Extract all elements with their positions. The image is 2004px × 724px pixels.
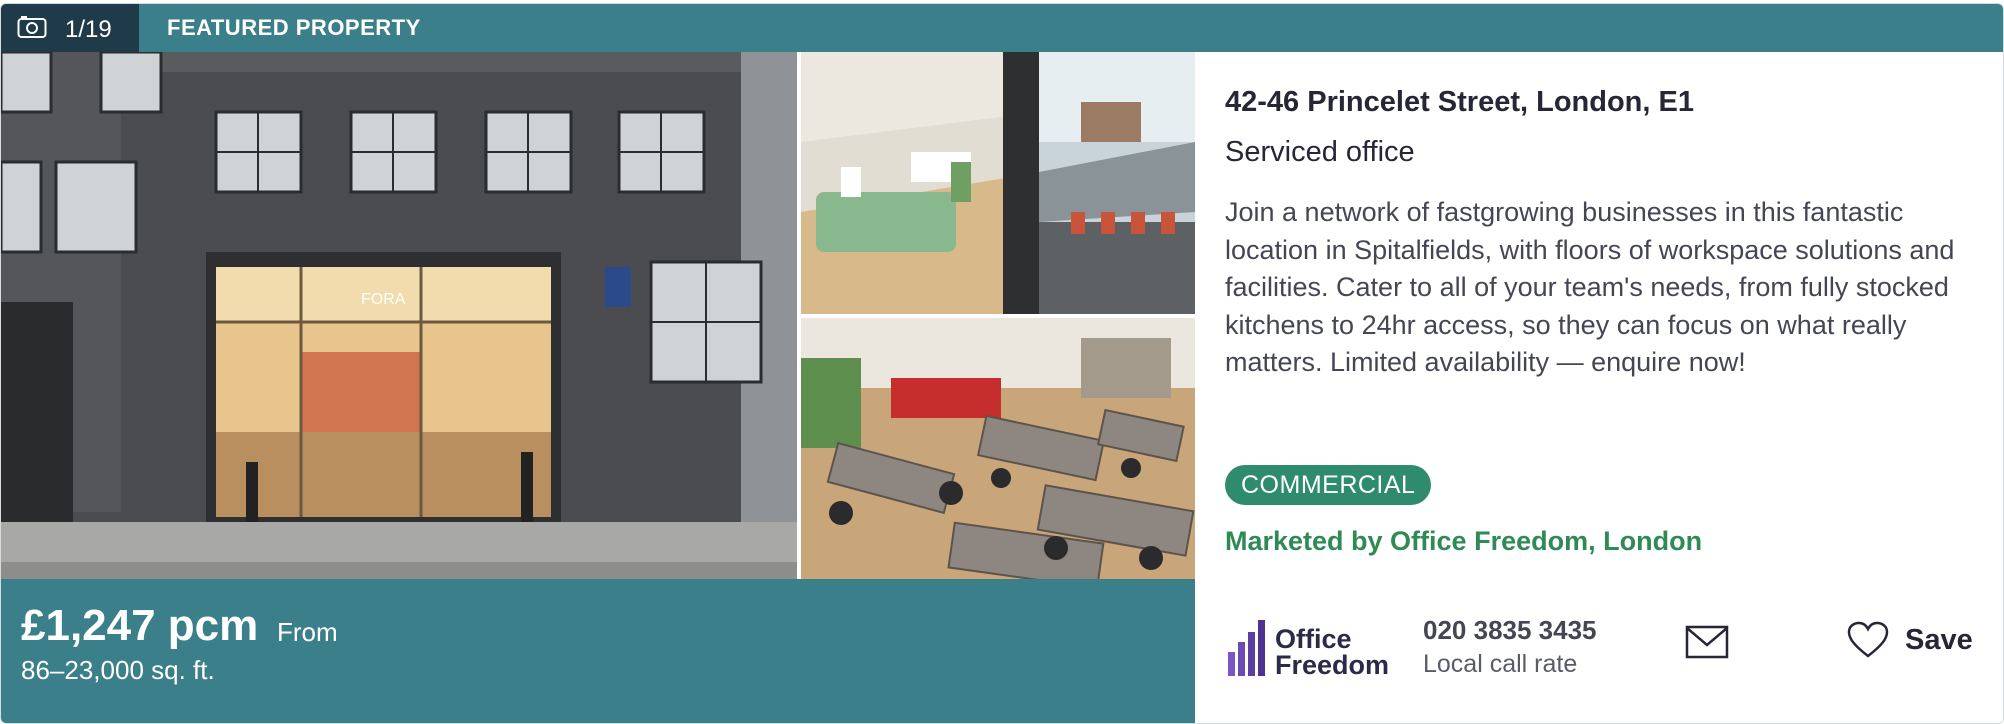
price-panel: £1,247 pcm From 86–23,000 sq. ft.	[1, 579, 1195, 723]
property-description: Join a network of fastgrowing businesses…	[1225, 197, 1955, 377]
heart-icon	[1847, 621, 1889, 658]
price-qualifier: From	[277, 617, 338, 647]
camera-icon	[17, 16, 47, 38]
workspace-image	[801, 318, 1195, 579]
save-label: Save	[1905, 623, 1973, 656]
call-rate: Local call rate	[1423, 650, 1578, 678]
property-card[interactable]: 1/19 FEATURED PROPERTY FORA £1,247 pcm F…	[0, 3, 2004, 724]
photo-counter[interactable]: 1/19	[1, 4, 139, 52]
property-photo-workspace[interactable]	[801, 318, 1195, 579]
building-facade-image: FORA	[1, 52, 797, 579]
agent-phone[interactable]: 020 3835 3435	[1423, 615, 1597, 646]
marketed-by: Marketed by Office Freedom, London	[1225, 526, 1703, 556]
category-badge: COMMERCIAL	[1225, 465, 1432, 505]
office-freedom-logo[interactable]: Office Freedom	[1225, 612, 1415, 682]
property-photo-main[interactable]: FORA	[1, 52, 797, 579]
property-photo-lounge[interactable]	[801, 52, 1195, 314]
property-address[interactable]: 42-46 Princelet Street, London, E1	[1225, 86, 1694, 119]
listing-details: 42-46 Princelet Street, London, E1 Servi…	[1195, 52, 2003, 723]
save-button[interactable]: Save	[1847, 618, 1997, 662]
floor-area: 86–23,000 sq. ft.	[21, 655, 215, 685]
featured-banner: 1/19 FEATURED PROPERTY	[1, 4, 2003, 52]
svg-text:FORA: FORA	[361, 291, 406, 308]
lounge-terrace-image	[801, 52, 1195, 314]
photo-counter-text: 1/19	[65, 16, 112, 43]
featured-label: FEATURED PROPERTY	[167, 15, 421, 40]
property-type: Serviced office	[1225, 136, 1415, 168]
price: £1,247 pcm	[21, 601, 259, 650]
mail-icon[interactable]	[1685, 625, 1729, 659]
logo-text-freedom: Freedom	[1275, 650, 1389, 680]
